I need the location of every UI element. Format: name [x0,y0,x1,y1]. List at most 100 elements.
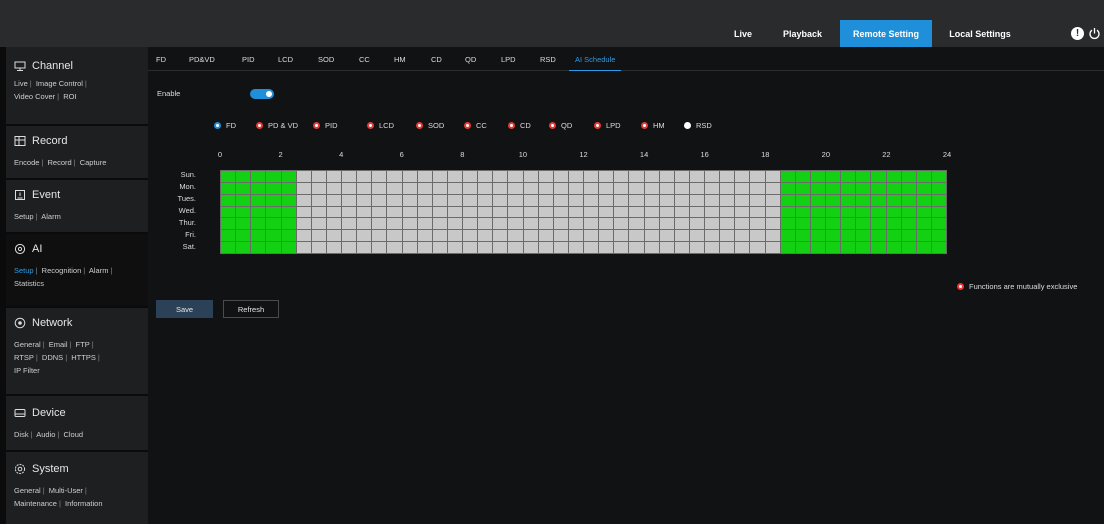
schedule-cell[interactable] [644,182,659,194]
schedule-cell[interactable] [251,218,266,230]
nav-local-settings[interactable]: Local Settings [940,20,1020,47]
schedule-cell[interactable] [720,194,735,206]
schedule-cell[interactable] [674,182,689,194]
schedule-cell[interactable] [553,242,568,253]
schedule-cell[interactable] [705,218,720,230]
schedule-cell[interactable] [735,218,750,230]
schedule-cell[interactable] [871,230,886,242]
schedule-cell[interactable] [886,230,901,242]
schedule-cell[interactable] [795,171,810,182]
info-icon[interactable]: ! [1071,27,1084,40]
schedule-cell[interactable] [493,242,508,253]
schedule-cell[interactable] [659,171,674,182]
link-ddns[interactable]: DDNS [42,353,63,362]
schedule-cell[interactable] [417,230,432,242]
schedule-cell[interactable] [780,194,795,206]
sidebar-item-channel[interactable]: Channel [6,55,148,77]
schedule-cell[interactable] [826,171,841,182]
schedule-cell[interactable] [221,194,236,206]
schedule-grid[interactable] [220,170,947,254]
schedule-cell[interactable] [795,206,810,218]
schedule-cell[interactable] [644,194,659,206]
schedule-cell[interactable] [644,242,659,253]
schedule-cell[interactable] [342,171,357,182]
schedule-cell[interactable] [281,171,296,182]
link-statistics[interactable]: Statistics [14,279,44,288]
schedule-cell[interactable] [629,171,644,182]
schedule-cell[interactable] [659,194,674,206]
schedule-cell[interactable] [795,218,810,230]
schedule-cell[interactable] [886,194,901,206]
schedule-cell[interactable] [326,171,341,182]
schedule-cell[interactable] [251,242,266,253]
schedule-cell[interactable] [357,242,372,253]
schedule-cell[interactable] [901,218,916,230]
enable-toggle[interactable] [250,89,274,99]
schedule-cell[interactable] [599,171,614,182]
schedule-cell[interactable] [916,218,931,230]
schedule-cell[interactable] [417,194,432,206]
schedule-cell[interactable] [387,206,402,218]
schedule-cell[interactable] [584,218,599,230]
schedule-cell[interactable] [463,206,478,218]
link-encode[interactable]: Encode [14,158,39,167]
schedule-cell[interactable] [568,182,583,194]
schedule-cell[interactable] [689,194,704,206]
schedule-cell[interactable] [553,171,568,182]
function-option[interactable]: RSD [684,120,712,130]
schedule-cell[interactable] [478,194,493,206]
schedule-cell[interactable] [553,218,568,230]
schedule-cell[interactable] [659,242,674,253]
schedule-cell[interactable] [221,171,236,182]
schedule-cell[interactable] [432,242,447,253]
schedule-cell[interactable] [553,206,568,218]
function-option[interactable]: PD & VD [256,120,298,130]
schedule-cell[interactable] [614,171,629,182]
schedule-cell[interactable] [538,242,553,253]
schedule-cell[interactable] [432,171,447,182]
schedule-cell[interactable] [266,194,281,206]
power-icon[interactable] [1088,27,1101,40]
schedule-cell[interactable] [568,218,583,230]
link-live[interactable]: Live [14,79,28,88]
schedule-cell[interactable] [372,182,387,194]
schedule-cell[interactable] [931,242,946,253]
save-button[interactable]: Save [156,300,213,318]
schedule-cell[interactable] [765,230,780,242]
schedule-cell[interactable] [735,171,750,182]
schedule-cell[interactable] [644,171,659,182]
schedule-cell[interactable] [508,194,523,206]
schedule-cell[interactable] [750,194,765,206]
schedule-cell[interactable] [251,230,266,242]
schedule-cell[interactable] [795,194,810,206]
schedule-cell[interactable] [705,182,720,194]
schedule-cell[interactable] [629,182,644,194]
schedule-cell[interactable] [281,230,296,242]
link-maintenance[interactable]: Maintenance [14,499,57,508]
schedule-cell[interactable] [281,206,296,218]
function-option[interactable]: LCD [367,120,394,130]
schedule-cell[interactable] [735,230,750,242]
schedule-cell[interactable] [720,242,735,253]
nav-playback[interactable]: Playback [775,20,830,47]
link-general[interactable]: General [14,340,41,349]
schedule-cell[interactable] [931,171,946,182]
schedule-cell[interactable] [357,182,372,194]
schedule-cell[interactable] [841,242,856,253]
schedule-cell[interactable] [568,206,583,218]
schedule-cell[interactable] [387,218,402,230]
link-email[interactable]: Email [49,340,68,349]
schedule-cell[interactable] [614,242,629,253]
schedule-cell[interactable] [221,218,236,230]
schedule-cell[interactable] [614,218,629,230]
schedule-cell[interactable] [266,182,281,194]
schedule-cell[interactable] [523,242,538,253]
schedule-cell[interactable] [402,194,417,206]
schedule-cell[interactable] [780,218,795,230]
schedule-cell[interactable] [266,206,281,218]
schedule-cell[interactable] [765,182,780,194]
schedule-cell[interactable] [780,206,795,218]
schedule-cell[interactable] [326,206,341,218]
tab-pdvd[interactable]: PD&VD [189,55,215,71]
schedule-cell[interactable] [826,206,841,218]
